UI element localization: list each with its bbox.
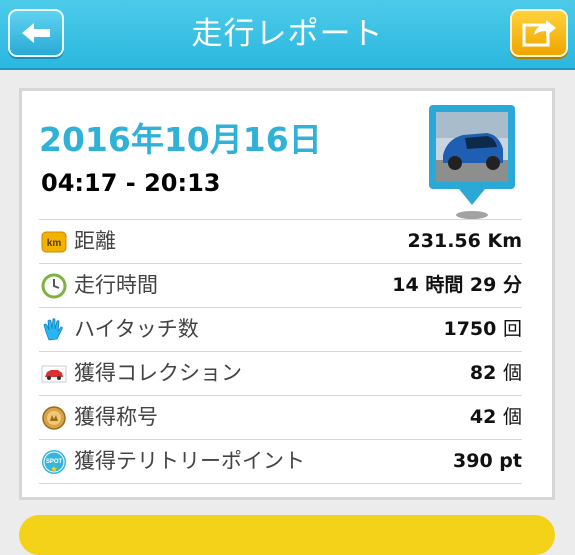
stat-row-titles: 獲得称号 42 個 — [39, 395, 522, 439]
stat-label: 獲得称号 — [74, 405, 158, 429]
high-five-hand-icon — [43, 318, 63, 341]
report-time-range: 04:17 - 20:13 — [41, 169, 221, 197]
stat-label: ハイタッチ数 — [74, 317, 199, 341]
page-title: 走行レポート — [191, 16, 384, 52]
stat-value: 390 pt — [453, 450, 522, 472]
spot-icon: SPOT — [42, 450, 66, 474]
stat-value: 231.56 Km — [407, 230, 522, 252]
stat-label: 獲得テリトリーポイント — [74, 449, 305, 473]
car-collection-icon — [41, 365, 67, 383]
stat-row-collection: 獲得コレクション 82 個 — [39, 351, 522, 395]
stat-row-distance: km 距離 231.56 Km — [39, 219, 522, 263]
stat-row-territory: SPOT 獲得テリトリーポイント 390 pt — [39, 439, 522, 484]
stat-value: 82 個 — [469, 362, 522, 384]
share-icon — [522, 20, 556, 47]
stat-value: 14 時間 29 分 — [392, 274, 522, 296]
stat-label: 走行時間 — [74, 273, 158, 297]
share-button[interactable] — [510, 9, 568, 57]
stat-row-drive-time: 走行時間 14 時間 29 分 — [39, 263, 522, 307]
stat-label: 距離 — [74, 229, 116, 253]
svg-text:SPOT: SPOT — [46, 459, 63, 465]
title-medal-icon — [42, 406, 66, 430]
svg-text:km: km — [47, 238, 62, 249]
car-photo-pin[interactable] — [429, 105, 515, 225]
clock-icon — [41, 273, 67, 299]
bottom-action-button[interactable] — [19, 515, 555, 555]
km-badge-icon: km — [41, 231, 67, 253]
stats-list: km 距離 231.56 Km 走行時間 14 時間 29 分 ハイタッチ数 1… — [39, 219, 522, 484]
stat-row-high-five: ハイタッチ数 1750 回 — [39, 307, 522, 351]
header-bar: 走行レポート — [0, 0, 575, 68]
report-date: 2016年10月16日 — [39, 120, 322, 159]
report-card: 2016年10月16日 04:17 - 20:13 km 距離 231.56 K… — [19, 88, 555, 500]
stat-value: 42 個 — [469, 406, 522, 428]
stat-value: 1750 回 — [443, 318, 522, 340]
stat-label: 獲得コレクション — [74, 361, 242, 385]
